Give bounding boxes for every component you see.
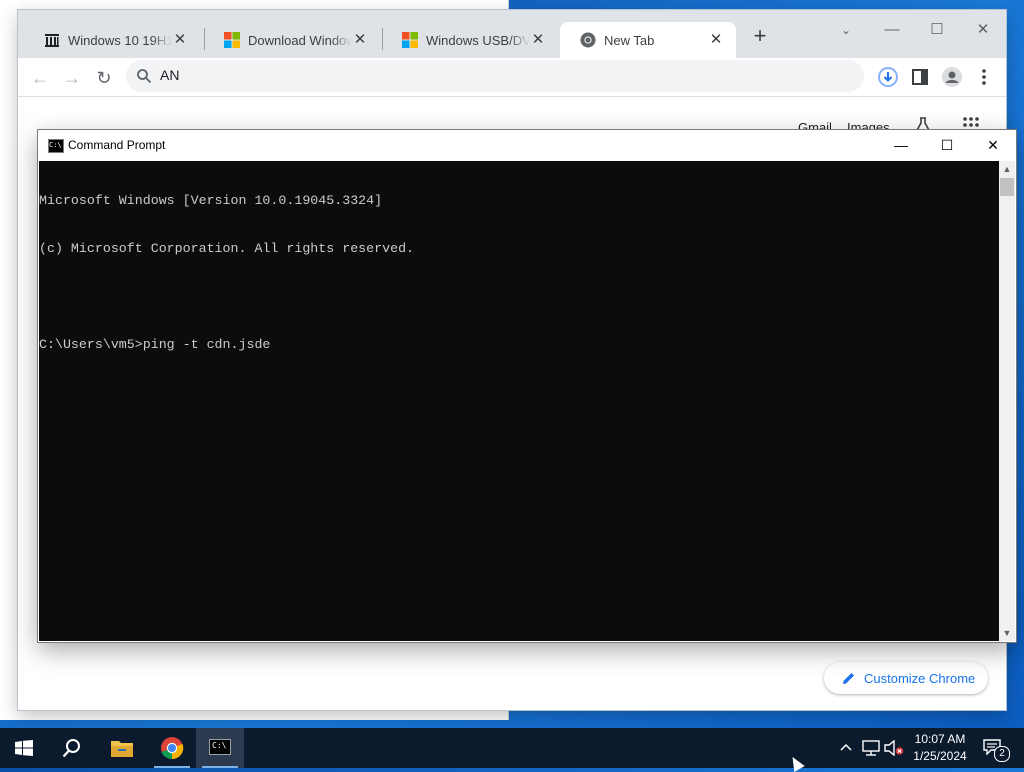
tab-new-tab[interactable]: New Tab ✕ <box>560 22 736 58</box>
system-clock[interactable]: 10:07 AM 1/25/2024 <box>904 731 976 765</box>
console-prompt-line: C:\Users\vm5>ping -t cdn.jsde <box>39 337 271 352</box>
windows-logo-icon <box>15 740 33 756</box>
search-button[interactable] <box>48 728 96 768</box>
side-panel-icon[interactable] <box>908 65 932 89</box>
scroll-thumb[interactable] <box>1000 178 1014 196</box>
menu-kebab-icon[interactable] <box>972 65 996 89</box>
profile-avatar-icon[interactable] <box>940 65 964 89</box>
browser-toolbar: ← → ↻ AN <box>18 58 1006 97</box>
chrome-icon <box>580 32 596 48</box>
cmd-window-title: Command Prompt <box>68 138 166 152</box>
tab-windows-usb-dvd[interactable]: Windows USB/DVD D ✕ <box>382 22 558 58</box>
folder-icon <box>111 741 133 757</box>
address-bar[interactable]: AN <box>126 60 864 92</box>
tab-title: Windows USB/DVD D <box>426 32 530 48</box>
file-explorer-button[interactable] <box>98 728 146 768</box>
chevron-up-icon[interactable] <box>840 742 852 752</box>
microsoft-logo-icon <box>402 32 418 48</box>
new-tab-button[interactable]: + <box>748 24 772 48</box>
tab-download-windows[interactable]: Download Windows 1 ✕ <box>204 22 380 58</box>
clock-date: 1/25/2024 <box>913 749 967 763</box>
archive-icon <box>45 34 59 47</box>
pencil-icon <box>843 673 854 684</box>
tab-search-chevron-icon[interactable]: ⌄ <box>832 18 860 42</box>
tab-strip: Windows 10 19H1 bu ✕ Download Windows 1 … <box>18 10 1006 58</box>
tab-close-icon[interactable]: ✕ <box>352 32 368 48</box>
customize-chrome-label: Customize Chrome <box>864 670 976 686</box>
tab-title: Windows 10 19H1 bu <box>68 32 172 48</box>
chrome-taskbar-button[interactable] <box>148 728 196 768</box>
cmd-title-bar[interactable]: C:\ Command Prompt — ☐ ✕ <box>38 130 1016 160</box>
tab-title: Download Windows 1 <box>248 32 352 48</box>
reload-icon[interactable]: ↻ <box>92 66 116 90</box>
tab-close-icon[interactable]: ✕ <box>172 32 188 48</box>
back-arrow-icon[interactable]: ← <box>28 66 52 90</box>
search-icon <box>62 739 80 758</box>
clock-time: 10:07 AM <box>914 732 966 746</box>
tab-close-icon[interactable]: ✕ <box>530 32 546 48</box>
close-button[interactable]: ✕ <box>969 18 997 42</box>
tab-close-icon[interactable]: ✕ <box>708 32 724 48</box>
console-line: (c) Microsoft Corporation. All rights re… <box>39 241 415 256</box>
volume-muted-icon[interactable] <box>884 740 904 756</box>
cmd-app-icon: C:\ <box>48 139 64 153</box>
cmd-maximize-button[interactable]: ☐ <box>924 130 970 160</box>
action-center-button[interactable]: 2 <box>980 736 1010 762</box>
tab-title: New Tab <box>604 32 655 48</box>
cmd-close-button[interactable]: ✕ <box>970 130 1016 160</box>
command-prompt-window: C:\ Command Prompt — ☐ ✕ Microsoft Windo… <box>38 130 1016 642</box>
tab-windows-10-19h1[interactable]: Windows 10 19H1 bu ✕ <box>24 22 200 58</box>
taskbar: C:\ 10:07 AM 1/25/2024 2 <box>0 728 1024 768</box>
cmd-scrollbar[interactable]: ▲ ▼ <box>999 161 1015 641</box>
console-output[interactable]: Microsoft Windows [Version 10.0.19045.33… <box>39 161 999 641</box>
maximize-button[interactable]: ☐ <box>923 18 951 42</box>
network-icon[interactable] <box>862 740 880 756</box>
address-bar-text: AN <box>160 67 180 83</box>
command-prompt-taskbar-button[interactable]: C:\ <box>196 728 244 768</box>
start-button[interactable] <box>0 728 48 768</box>
notification-count-badge: 2 <box>994 746 1010 762</box>
cmd-minimize-button[interactable]: — <box>878 130 924 160</box>
console-line: Microsoft Windows [Version 10.0.19045.33… <box>39 193 383 208</box>
minimize-button[interactable]: — <box>878 18 906 42</box>
cmd-icon: C:\ <box>209 739 231 755</box>
chrome-icon <box>161 737 184 760</box>
customize-chrome-button[interactable]: Customize Chrome <box>824 662 988 694</box>
search-icon <box>137 69 152 84</box>
microsoft-logo-icon <box>224 32 240 48</box>
scroll-up-arrow-icon[interactable]: ▲ <box>999 161 1015 177</box>
forward-arrow-icon[interactable]: → <box>60 66 84 90</box>
download-icon[interactable] <box>876 65 900 89</box>
scroll-down-arrow-icon[interactable]: ▼ <box>999 625 1015 641</box>
